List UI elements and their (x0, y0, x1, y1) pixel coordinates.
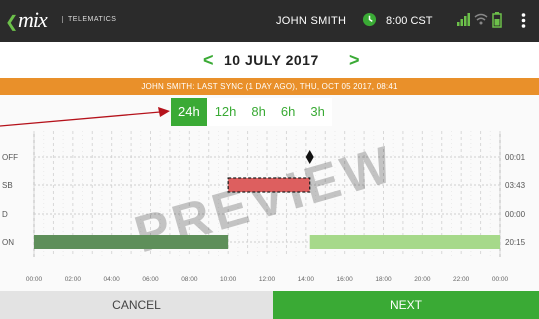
footer-bar: CANCEL NEXT (0, 291, 539, 319)
sync-status-banner: JOHN SMITH: LAST SYNC (1 DAY AGO), THU, … (0, 78, 539, 95)
duty-status-chart: OFF 00:01SB 03:43D 00:00ON 20:15PREVIEW00:00… (2, 131, 526, 283)
x-tick-label: 16:00 (337, 276, 354, 283)
signal-icon (457, 13, 470, 26)
next-day-button[interactable]: > (349, 50, 360, 71)
duty-segment-on (309, 235, 500, 249)
x-tick-label: 20:00 (414, 276, 431, 283)
logo: mix (18, 7, 48, 32)
row-total-on: 20:15 (505, 238, 526, 247)
top-bar: ❮ mix TELEMATICS JOHN SMITH 8:00 CST (0, 0, 539, 42)
row-label-d: D (2, 210, 8, 219)
row-total-off: 00:01 (505, 153, 526, 162)
tab-8h[interactable]: 8h (244, 98, 273, 126)
row-label-off: OFF (2, 153, 18, 162)
tab-24h[interactable]: 24h (171, 98, 207, 126)
x-tick-label: 18:00 (375, 276, 392, 283)
logo-subtitle: TELEMATICS (62, 16, 116, 23)
zoom-tabs: 24h 12h 8h 6h 3h (171, 98, 332, 126)
back-icon[interactable]: ❮ (5, 12, 18, 32)
cancel-button[interactable]: CANCEL (0, 291, 273, 319)
current-date: 10 JULY 2017 (224, 52, 319, 68)
x-tick-label: 22:00 (453, 276, 470, 283)
more-icon[interactable] (521, 13, 526, 28)
duty-segment-on (34, 235, 229, 249)
x-tick-label: 06:00 (142, 276, 159, 283)
row-total-d: 00:00 (505, 210, 526, 219)
x-tick-label: 00:00 (492, 276, 509, 283)
row-label-on: ON (2, 238, 14, 247)
x-tick-label: 10:00 (220, 276, 237, 283)
battery-icon (492, 12, 502, 28)
clock-time: 8:00 CST (386, 15, 433, 27)
x-tick-label: 14:00 (298, 276, 315, 283)
previous-day-button[interactable]: < (203, 50, 214, 71)
tab-3h[interactable]: 3h (303, 98, 332, 126)
next-button[interactable]: NEXT (273, 291, 539, 319)
row-label-sb: SB (2, 181, 13, 190)
duty-segment-sb (227, 177, 311, 193)
x-tick-label: 02:00 (65, 276, 82, 283)
x-tick-label: 08:00 (181, 276, 198, 283)
x-tick-label: 00:00 (26, 276, 43, 283)
date-navigator: < 10 JULY 2017 > (0, 42, 539, 78)
user-name[interactable]: JOHN SMITH (276, 15, 346, 27)
clock-icon (362, 12, 377, 27)
wifi-icon (474, 13, 488, 25)
tab-6h[interactable]: 6h (273, 98, 303, 126)
tab-12h[interactable]: 12h (207, 98, 244, 126)
x-tick-label: 04:00 (104, 276, 121, 283)
x-tick-label: 12:00 (259, 276, 276, 283)
row-total-sb: 03:43 (505, 181, 526, 190)
